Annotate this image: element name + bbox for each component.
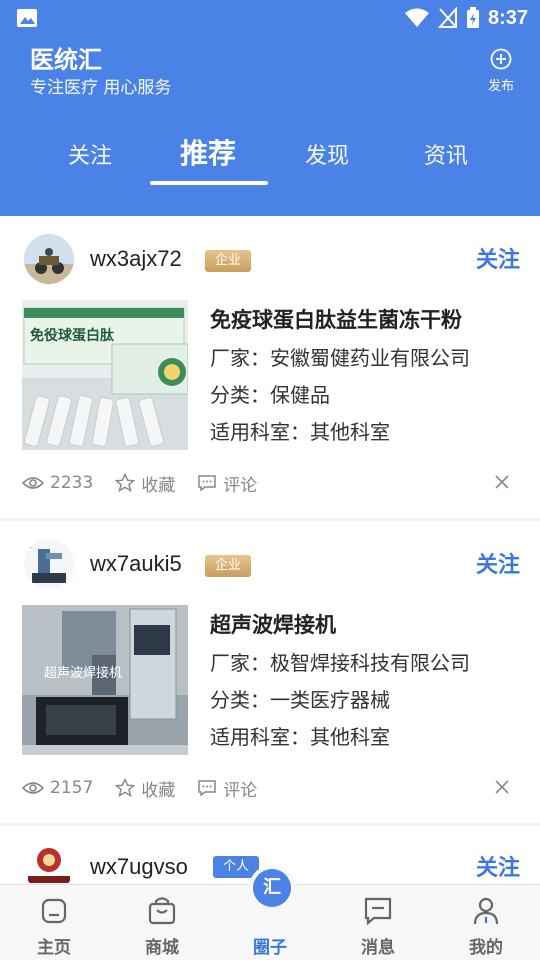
view-count-value: 2233	[50, 473, 94, 493]
shop-bag-icon	[148, 897, 176, 925]
svg-text:JZ: JZ	[25, 543, 32, 550]
nav-circle-label: 圈子	[253, 938, 287, 958]
nav-shop[interactable]: 商城	[108, 885, 216, 960]
nav-profile-label: 我的	[469, 938, 503, 958]
close-icon[interactable]	[494, 779, 510, 795]
comment-icon	[198, 780, 217, 797]
view-count: 2233	[22, 473, 93, 493]
close-icon[interactable]	[494, 474, 510, 490]
clock: 8:37	[487, 6, 528, 29]
follow-button[interactable]: 关注	[476, 547, 520, 579]
nav-home-label: 主页	[37, 938, 71, 958]
comment-label: 评论	[223, 780, 258, 801]
username[interactable]: wx3ajx72	[90, 246, 182, 272]
publish-button[interactable]: 发布	[484, 48, 518, 94]
eye-icon	[22, 477, 44, 489]
circle-hui-icon[interactable]: 汇	[253, 869, 291, 907]
plus-circle-icon	[490, 48, 512, 70]
product-thumbnail[interactable]: 免役球蛋白肽	[22, 300, 188, 450]
favorite-button[interactable]: 收藏	[115, 471, 175, 496]
profile-icon	[473, 897, 499, 925]
product-thumbnail[interactable]: 超声波焊接机	[22, 605, 188, 755]
manufacturer-text: 厂家：安徽蜀健药业有限公司	[210, 346, 470, 370]
home-icon	[41, 898, 67, 924]
active-tab-indicator	[150, 181, 268, 185]
app-header: 8:37 医统汇 专注医疗 用心服务 发布 关注 推荐 发现 资讯	[0, 0, 540, 216]
post-card[interactable]: JZ wx7auki5 企业 关注 超声波焊接机 超声波焊接机 厂家：极智焊接科…	[0, 521, 540, 823]
no-signal-icon	[437, 7, 457, 28]
personal-badge: 个人	[213, 856, 260, 878]
avatar[interactable]	[24, 234, 74, 284]
battery-charging-icon	[466, 7, 479, 28]
follow-button[interactable]: 关注	[476, 242, 520, 274]
message-icon	[364, 897, 392, 926]
view-count: 2157	[22, 778, 93, 798]
favorite-label: 收藏	[141, 475, 176, 496]
app-title: 医统汇	[30, 46, 102, 74]
tab-recommended[interactable]: 推荐	[180, 132, 236, 172]
comment-label: 评论	[223, 475, 258, 496]
eye-icon	[22, 782, 44, 794]
publish-label: 发布	[487, 79, 514, 94]
manufacturer-text: 厂家：极智焊接科技有限公司	[210, 651, 470, 675]
category-text: 分类：一类医疗器械	[210, 688, 390, 712]
comment-icon	[198, 475, 217, 492]
tab-discover[interactable]: 发现	[305, 138, 349, 170]
app-subtitle: 专注医疗 用心服务	[30, 78, 172, 98]
image-notification-icon	[17, 9, 37, 27]
favorite-button[interactable]: 收藏	[115, 776, 175, 801]
product-title[interactable]: 超声波焊接机	[210, 609, 336, 639]
view-count-value: 2157	[50, 778, 94, 798]
wifi-icon	[404, 8, 429, 27]
feed-tabs: 关注 推荐 发现 资讯	[0, 128, 540, 186]
tab-news[interactable]: 资讯	[424, 138, 468, 170]
username[interactable]: wx7auki5	[90, 551, 182, 577]
username[interactable]: wx7ugvso	[90, 854, 188, 880]
department-text: 适用科室：其他科室	[210, 420, 390, 444]
comment-button[interactable]: 评论	[197, 776, 257, 801]
favorite-label: 收藏	[141, 780, 176, 801]
category-text: 分类：保健品	[210, 383, 330, 407]
avatar[interactable]: JZ	[24, 539, 74, 589]
post-card[interactable]: wx3ajx72 企业 关注 免役球蛋白肽 免疫球蛋白肽益生菌冻干粉 厂家：安徽…	[0, 216, 540, 518]
status-bar: 8:37	[0, 0, 540, 36]
enterprise-badge: 企业	[205, 250, 252, 272]
nav-shop-label: 商城	[145, 938, 179, 958]
svg-text:超声波焊接机: 超声波焊接机	[44, 665, 122, 681]
product-title[interactable]: 免疫球蛋白肽益生菌冻干粉	[210, 304, 462, 334]
nav-messages[interactable]: 消息	[324, 885, 432, 960]
comment-button[interactable]: 评论	[197, 471, 257, 496]
star-icon	[115, 473, 136, 493]
svg-text:免役球蛋白肽: 免役球蛋白肽	[30, 327, 115, 344]
post-stats: 2233 收藏 评论	[22, 470, 279, 496]
enterprise-badge: 企业	[205, 555, 252, 577]
nav-profile[interactable]: 我的	[432, 885, 540, 960]
nav-messages-label: 消息	[361, 938, 395, 958]
star-icon	[115, 778, 136, 798]
department-text: 适用科室：其他科室	[210, 725, 390, 749]
nav-home[interactable]: 主页	[0, 885, 108, 960]
post-stats: 2157 收藏 评论	[22, 775, 279, 801]
follow-button[interactable]: 关注	[476, 850, 520, 882]
tab-following[interactable]: 关注	[68, 138, 112, 170]
